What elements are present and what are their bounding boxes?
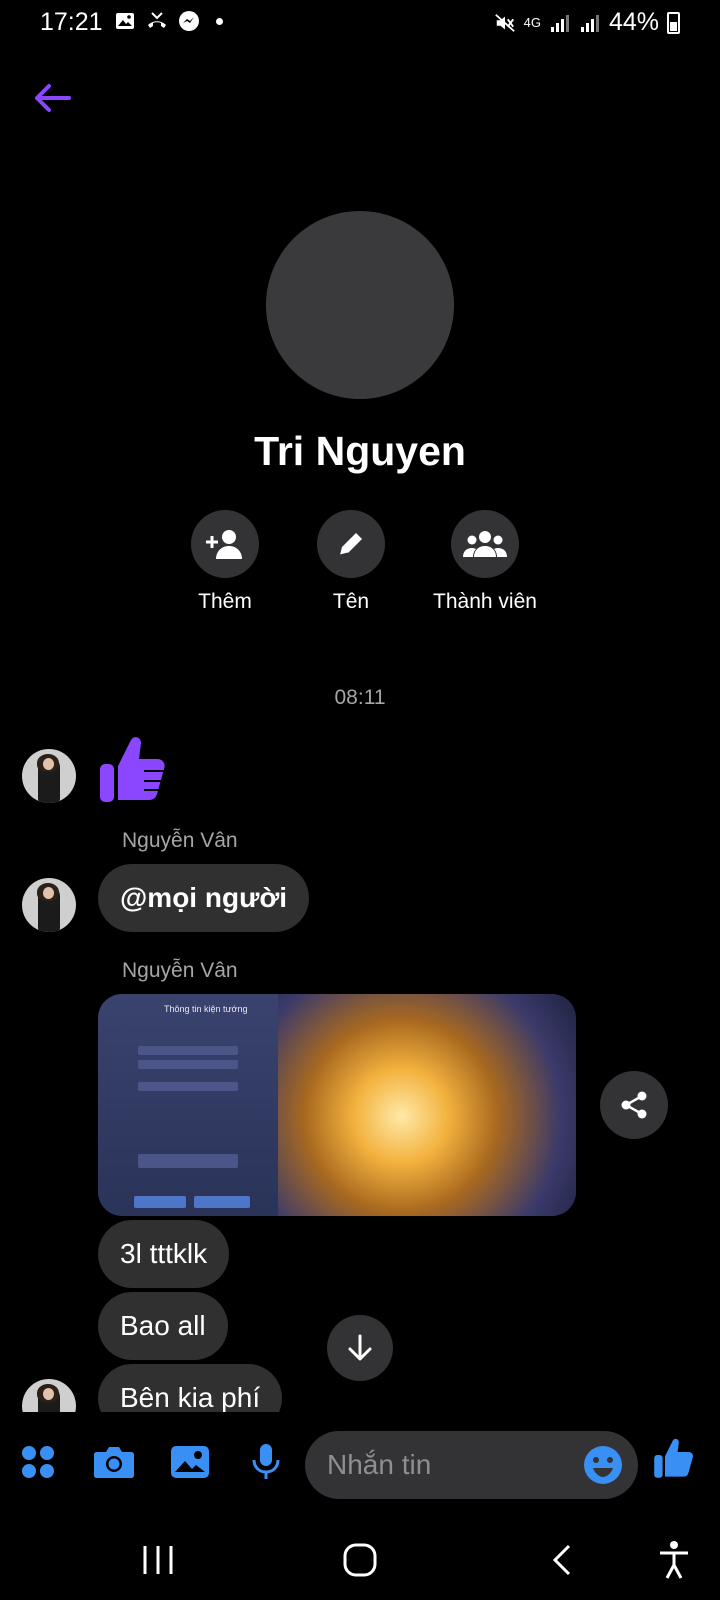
members-action[interactable]: Thành viên — [400, 510, 570, 614]
thumbs-up-icon — [654, 1438, 693, 1478]
sender-avatar[interactable] — [22, 749, 76, 803]
chat-overflow-area: Bên kia phí — [0, 1360, 720, 1412]
add-member-button[interactable] — [191, 510, 259, 578]
emoji-icon[interactable] — [583, 1445, 623, 1485]
photo-stats-panel — [98, 994, 278, 1216]
sender-name: Nguyễn Vân — [122, 959, 238, 982]
status-time: 17:21 — [40, 8, 103, 36]
camera-button[interactable] — [90, 1438, 138, 1486]
chevron-left-icon — [552, 1544, 571, 1576]
share-icon — [621, 1091, 647, 1119]
message-bubble[interactable]: @mọi người — [98, 864, 310, 932]
conversation-name: Tri Nguyen — [254, 428, 466, 474]
message-bubble[interactable]: Bên kia phí — [98, 1364, 283, 1412]
sender-avatar[interactable] — [22, 878, 76, 932]
gallery-button[interactable] — [166, 1438, 214, 1486]
mute-icon — [494, 12, 516, 34]
back-arrow-icon — [35, 84, 71, 112]
image-icon — [171, 1446, 209, 1478]
arrow-down-icon — [348, 1334, 372, 1361]
gallery-notification-icon — [114, 10, 136, 32]
sender-name: Nguyễn Vân — [122, 829, 238, 852]
status-system-icons: 4G 44% — [494, 8, 680, 37]
message-composer — [0, 1412, 720, 1520]
photo-artwork — [258, 994, 576, 1216]
recent-apps-icon — [143, 1546, 173, 1574]
microphone-icon — [252, 1444, 280, 1479]
members-button[interactable] — [451, 510, 519, 578]
accessibility-button[interactable] — [644, 1536, 704, 1584]
rename-button[interactable] — [317, 510, 385, 578]
more-actions-button[interactable] — [14, 1438, 62, 1486]
battery-percentage: 44% — [608, 8, 659, 36]
add-person-icon — [206, 530, 242, 559]
sender-avatar[interactable] — [22, 1379, 76, 1412]
network-type: 4G — [523, 14, 541, 30]
signal-icon-1 — [549, 12, 571, 34]
photo-message[interactable]: Thông tin kiện tướng — [98, 994, 576, 1216]
message-bubble[interactable]: 3l tttklk — [98, 1220, 230, 1288]
pencil-icon — [339, 533, 362, 556]
send-like-button[interactable] — [650, 1434, 698, 1482]
photo-caption-text: Thông tin kiện tướng — [164, 1004, 248, 1014]
rename-label: Tên — [332, 590, 370, 613]
voice-message-button[interactable] — [242, 1438, 290, 1486]
members-label: Thành viên — [433, 590, 537, 613]
missed-call-icon — [146, 10, 168, 32]
back-button[interactable] — [28, 76, 76, 120]
four-dots-icon — [22, 1446, 54, 1478]
more-notifications-dot — [216, 17, 223, 25]
message-timestamp: 08:11 — [334, 686, 386, 709]
message-bubble[interactable]: Bao all — [98, 1292, 228, 1360]
signal-icon-2 — [579, 12, 601, 34]
home-icon — [343, 1543, 377, 1577]
system-navigation-bar — [0, 1520, 720, 1600]
thumbs-up-sticker-icon[interactable] — [98, 734, 168, 804]
add-member-label: Thêm — [198, 590, 252, 613]
group-avatar[interactable] — [266, 211, 454, 399]
messenger-notification-icon — [178, 10, 200, 32]
status-bar: 17:21 4G 44% — [0, 0, 720, 44]
recent-apps-button[interactable] — [128, 1536, 188, 1584]
battery-icon — [667, 11, 680, 34]
camera-icon — [94, 1447, 134, 1478]
accessibility-icon — [660, 1541, 688, 1579]
system-back-button[interactable] — [532, 1536, 592, 1584]
status-notification-icons — [114, 10, 223, 32]
home-button[interactable] — [330, 1536, 390, 1584]
group-icon — [463, 531, 507, 557]
share-button[interactable] — [600, 1071, 668, 1139]
